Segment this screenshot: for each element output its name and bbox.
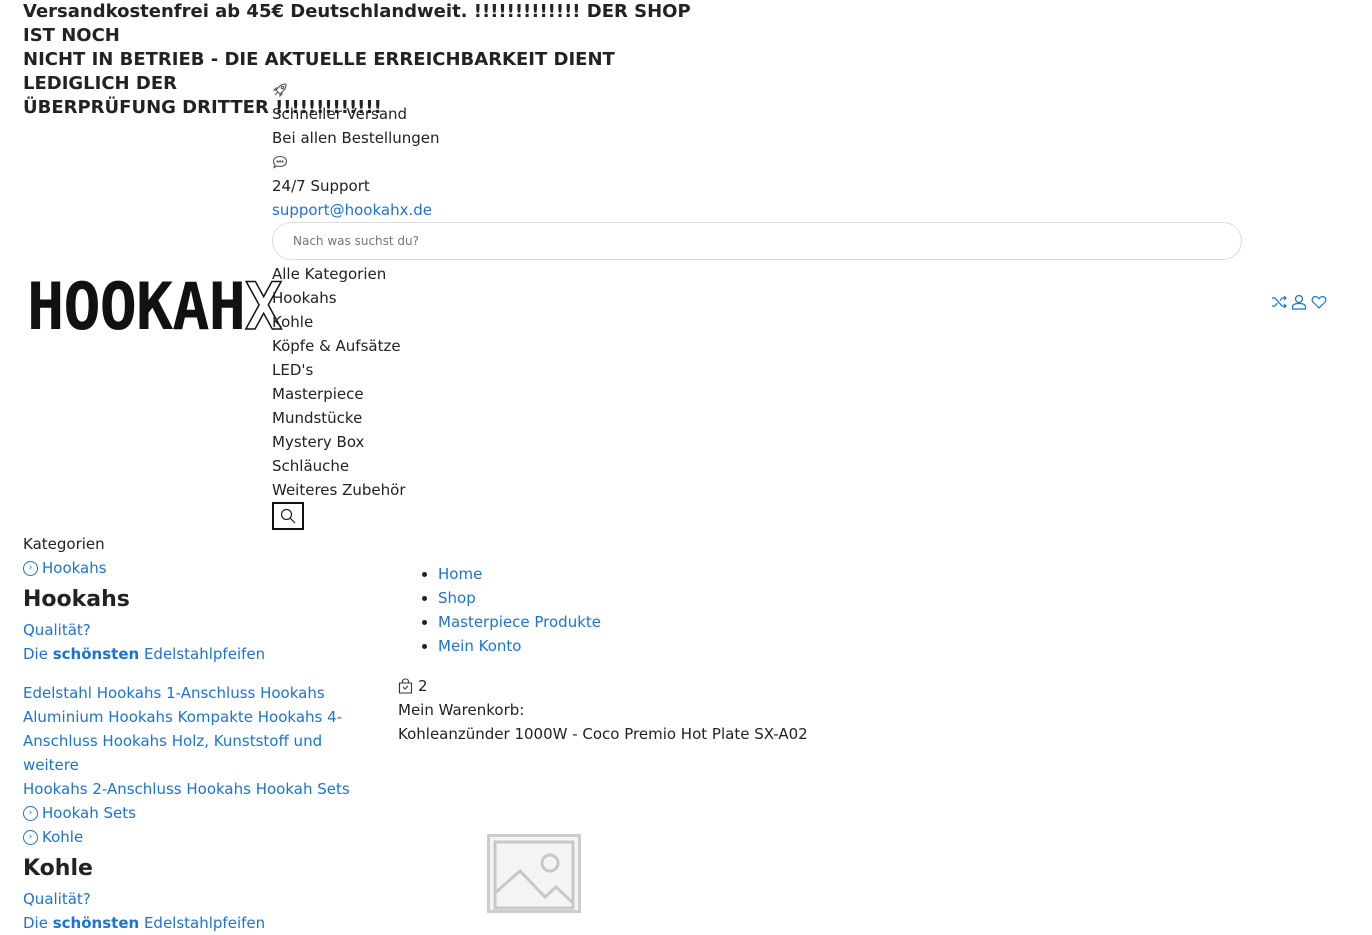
- chat-icon: [272, 150, 432, 174]
- search-input[interactable]: [273, 223, 1241, 259]
- category-sidebar: Kategorien › Hookahs Hookahs Qualität? D…: [23, 532, 373, 935]
- quality-link[interactable]: Qualität?: [23, 890, 91, 908]
- user-icon[interactable]: [1291, 293, 1307, 317]
- banner-line-1: Versandkostenfrei ab 45€ Deutschlandweit…: [23, 1, 691, 46]
- chevron-right-icon: ›: [23, 829, 38, 845]
- cart-product-name[interactable]: Kohleanzünder 1000W - Coco Premio Hot Pl…: [398, 722, 808, 746]
- nav-my-account[interactable]: Mein Konto: [438, 637, 521, 655]
- shuffle-icon[interactable]: [1271, 293, 1287, 317]
- category-option[interactable]: Alle Kategorien: [272, 262, 406, 286]
- sidebar-item-hookahs[interactable]: Hookahs: [42, 556, 107, 580]
- category-option[interactable]: Hookahs: [272, 286, 406, 310]
- category-option[interactable]: Mundstücke: [272, 406, 406, 430]
- nav-masterpiece[interactable]: Masterpiece Produkte: [438, 613, 601, 631]
- cart-label: Mein Warenkorb:: [398, 701, 525, 719]
- desc-prefix: Die: [23, 914, 48, 932]
- subcategory-line[interactable]: Aluminium Hookahs Kompakte Hookahs 4-: [23, 705, 373, 729]
- category-option[interactable]: Kohle: [272, 310, 406, 334]
- category-option[interactable]: Mystery Box: [272, 430, 406, 454]
- chevron-right-icon: ›: [23, 805, 38, 821]
- search-category-list[interactable]: Alle Kategorien Hookahs Kohle Köpfe & Au…: [272, 262, 406, 502]
- search-field[interactable]: [272, 222, 1242, 260]
- heart-icon[interactable]: [1311, 293, 1327, 317]
- subcategory-line[interactable]: Edelstahl Hookahs 1-Anschluss Hookahs: [23, 681, 373, 705]
- desc-prefix: Die: [23, 645, 48, 663]
- sidebar-item-hookah-sets[interactable]: Hookah Sets: [42, 801, 136, 825]
- cart-count: 2: [418, 677, 428, 695]
- search-button[interactable]: [272, 502, 304, 530]
- category-description[interactable]: Die schönsten Edelstahlpfeifen: [23, 911, 373, 935]
- nav-home[interactable]: Home: [438, 565, 482, 583]
- category-title-hookahs: Hookahs: [23, 587, 130, 612]
- desc-suffix: Edelstahlpfeifen: [143, 914, 266, 932]
- quality-link[interactable]: Qualität?: [23, 621, 91, 639]
- feature-support: 24/7 Support support@hookahx.de: [272, 150, 432, 222]
- category-option[interactable]: Masterpiece: [272, 382, 406, 406]
- desc-bold: schönsten: [52, 645, 140, 663]
- nav-shop[interactable]: Shop: [438, 589, 476, 607]
- desc-suffix: Edelstahlpfeifen: [143, 645, 266, 663]
- chevron-right-icon: ›: [23, 560, 38, 576]
- product-placeholder-image[interactable]: [487, 834, 581, 913]
- category-title-kohle: Kohle: [23, 856, 93, 881]
- feature-shipping-subtitle: Bei allen Bestellungen: [272, 129, 440, 147]
- sidebar-heading: Kategorien: [23, 535, 105, 553]
- logo-main: HOOKAH: [27, 268, 246, 345]
- feature-support-title: 24/7 Support: [272, 177, 370, 195]
- category-option[interactable]: Weiteres Zubehör: [272, 478, 406, 502]
- desc-bold: schönsten: [52, 914, 140, 932]
- feature-shipping: Schneller Versand Bei allen Bestellungen: [272, 78, 440, 150]
- subcategory-line[interactable]: Hookahs 2-Anschluss Hookahs Hookah Sets: [23, 777, 373, 801]
- support-email-link[interactable]: support@hookahx.de: [272, 201, 432, 219]
- search-icon: [280, 508, 296, 524]
- sidebar-item-kohle[interactable]: Kohle: [42, 825, 83, 849]
- header-actions: [1271, 293, 1327, 317]
- rocket-icon: [272, 78, 440, 102]
- category-option[interactable]: Köpfe & Aufsätze: [272, 334, 406, 358]
- shopping-bag-icon: [398, 678, 413, 694]
- main-nav: Home Shop Masterpiece Produkte Mein Kont…: [418, 562, 601, 658]
- subcategory-links[interactable]: Edelstahl Hookahs 1-Anschluss Hookahs Al…: [23, 681, 373, 801]
- feature-shipping-title: Schneller Versand: [272, 105, 408, 123]
- site-logo[interactable]: HOOKAHX: [27, 273, 283, 340]
- image-placeholder-icon: [490, 837, 578, 910]
- category-option[interactable]: LED's: [272, 358, 406, 382]
- subcategory-line[interactable]: Anschluss Hookahs Holz, Kunststoff und w…: [23, 729, 373, 777]
- mini-cart[interactable]: 2 Mein Warenkorb: Kohleanzünder 1000W - …: [398, 674, 808, 746]
- category-option[interactable]: Schläuche: [272, 454, 406, 478]
- category-description[interactable]: Die schönsten Edelstahlpfeifen: [23, 642, 373, 666]
